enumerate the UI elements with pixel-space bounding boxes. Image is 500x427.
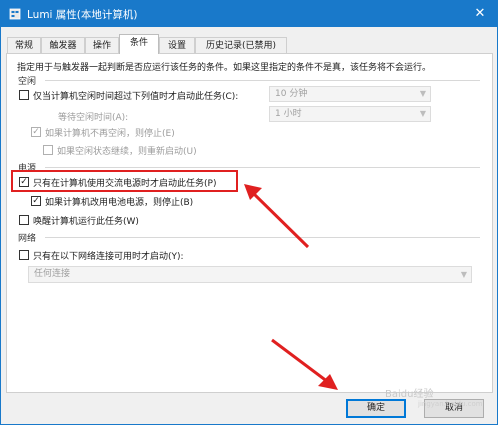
watermark-url: jingyan.baidu.com: [418, 400, 483, 408]
description-text: 指定用于与触发器一起判断是否应运行该任务的条件。如果这里指定的条件不是真，该任务…: [17, 63, 432, 73]
checkmark-icon: ✓: [32, 127, 40, 137]
tab-actions[interactable]: 操作: [85, 37, 119, 53]
wake-computer-label[interactable]: 唤醒计算机运行此任务(W): [33, 214, 139, 227]
checkmark-icon: ✓: [32, 196, 40, 206]
window-title: Lumi 属性(本地计算机): [27, 9, 138, 21]
network-separator: [45, 237, 480, 238]
restart-if-idle-label[interactable]: 如果空闲状态继续，则重新启动(U): [57, 144, 197, 157]
task-scheduler-icon: [9, 8, 21, 20]
tab-history[interactable]: 历史记录(已禁用): [195, 37, 287, 53]
network-condition-checkbox[interactable]: [19, 250, 29, 260]
network-condition-label[interactable]: 只有在以下网络连接可用时才启动(Y):: [33, 249, 184, 262]
stop-on-battery-checkbox[interactable]: ✓: [31, 196, 41, 206]
tab-general[interactable]: 常规: [7, 37, 41, 53]
ac-power-only-checkbox[interactable]: ✓: [19, 177, 29, 187]
title-bar[interactable]: Lumi 属性(本地计算机) ✕: [1, 1, 497, 27]
idle-section-label: 空闲: [18, 77, 37, 87]
close-button[interactable]: ✕: [469, 5, 491, 23]
network-section-label: 网络: [18, 234, 37, 244]
wake-computer-checkbox[interactable]: [19, 215, 29, 225]
ok-button[interactable]: 确定: [346, 399, 406, 418]
ac-power-only-label[interactable]: 只有在计算机使用交流电源时才启动此任务(P): [33, 176, 216, 189]
idle-duration-select[interactable]: 10 分钟 ▼: [269, 86, 431, 102]
stop-if-not-idle-label[interactable]: 如果计算机不再空闲，则停止(E): [45, 126, 175, 139]
chevron-down-icon: ▼: [419, 109, 426, 118]
start-if-idle-checkbox[interactable]: [19, 90, 29, 100]
chevron-down-icon: ▼: [460, 270, 467, 279]
network-connection-select[interactable]: 任何连接 ▼: [28, 266, 472, 283]
tab-triggers[interactable]: 触发器: [41, 37, 85, 53]
power-section-label: 电源: [18, 164, 37, 174]
power-separator: [45, 167, 480, 168]
tab-conditions[interactable]: 条件: [119, 34, 159, 54]
idle-separator: [45, 80, 480, 81]
stop-if-not-idle-checkbox[interactable]: ✓: [31, 127, 41, 137]
tab-settings[interactable]: 设置: [159, 37, 195, 53]
close-icon: ✕: [474, 6, 486, 21]
wait-idle-select[interactable]: 1 小时 ▼: [269, 106, 431, 122]
watermark: Baidu经验: [385, 389, 434, 400]
checkmark-icon: ✓: [20, 177, 28, 187]
chevron-down-icon: ▼: [419, 89, 426, 98]
wait-idle-label: 等待空闲时间(A):: [58, 113, 129, 123]
stop-on-battery-label[interactable]: 如果计算机改用电池电源，则停止(B): [45, 195, 193, 208]
restart-if-idle-checkbox[interactable]: [43, 145, 53, 155]
start-if-idle-label[interactable]: 仅当计算机空闲时间超过下列值时才启动此任务(C):: [33, 89, 238, 102]
